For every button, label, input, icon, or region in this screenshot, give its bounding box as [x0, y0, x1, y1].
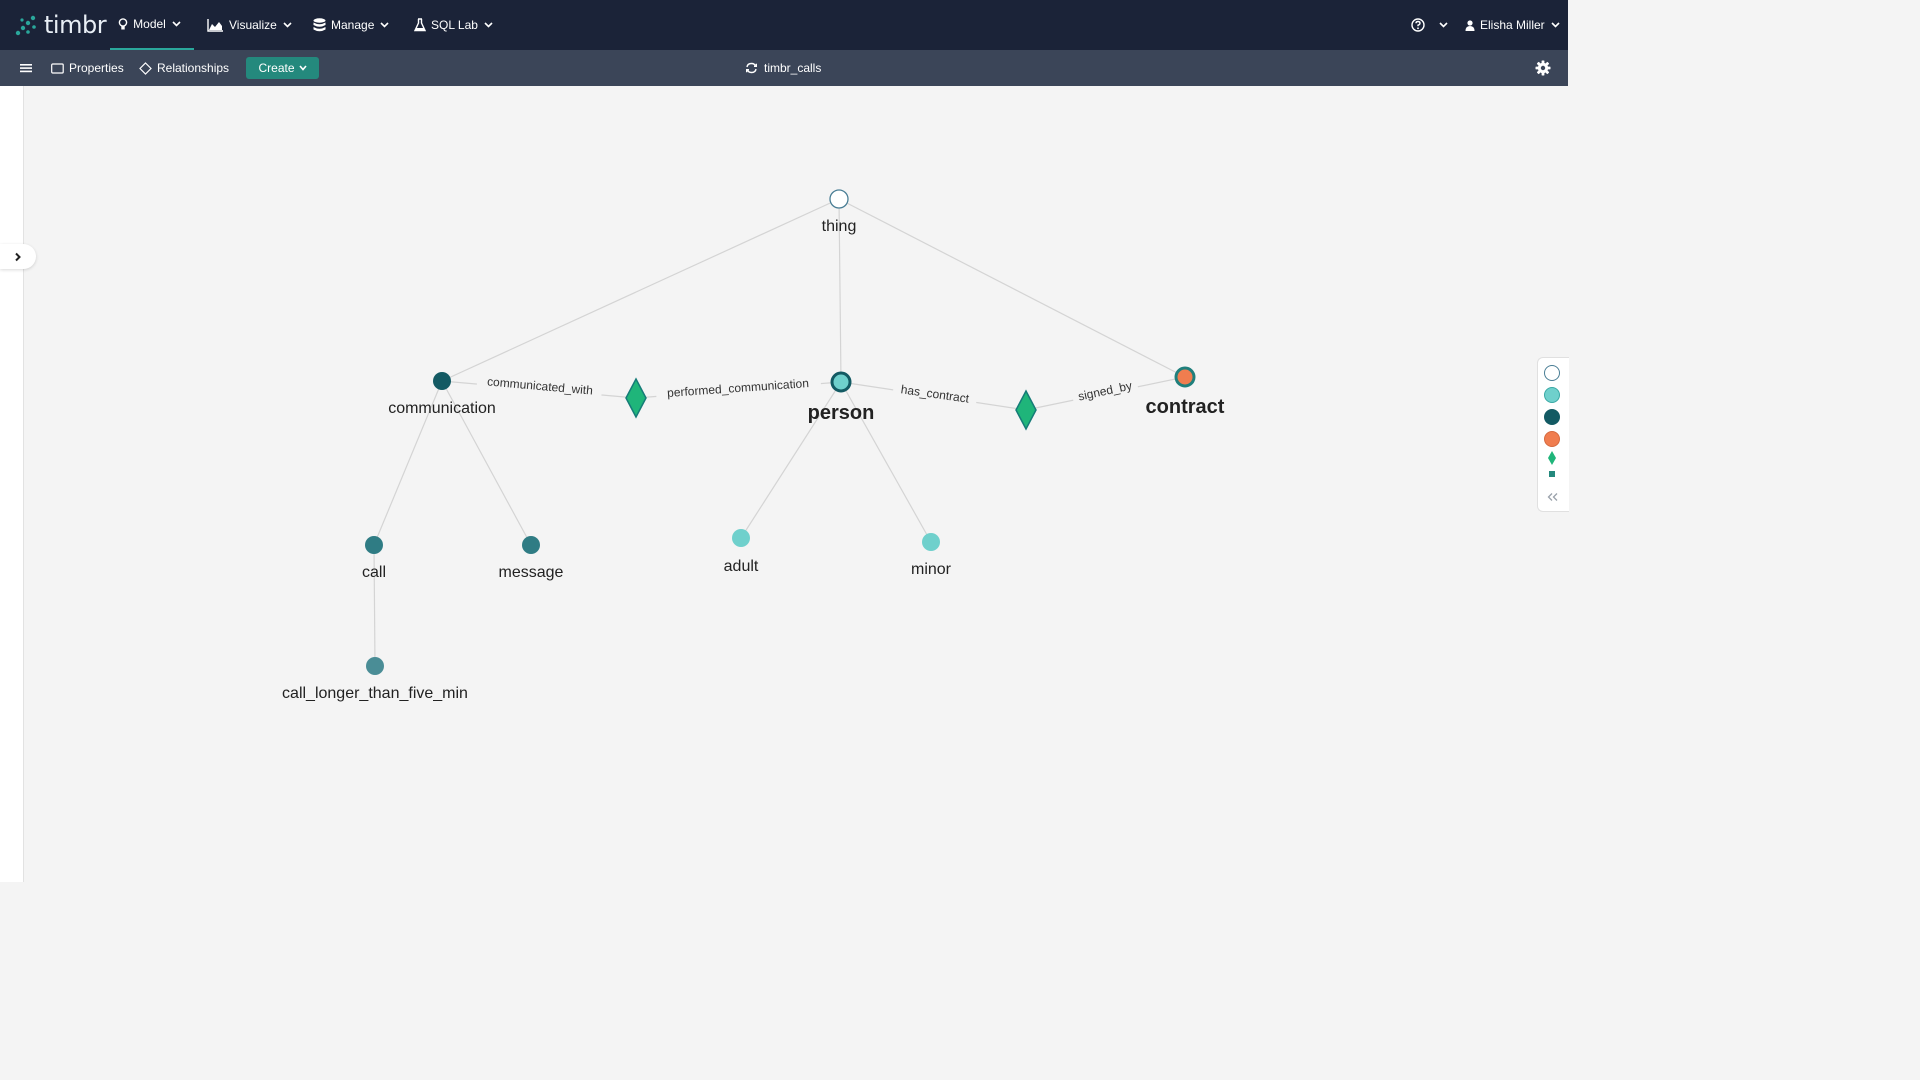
legend-root-node[interactable] — [1544, 365, 1560, 381]
edge-line — [838, 198, 1186, 378]
relationship-diamond[interactable] — [625, 377, 647, 419]
graph-edges — [373, 198, 1186, 667]
node-labels: thing communication person contract call… — [282, 218, 1225, 702]
node-label-adult: adult — [724, 558, 759, 575]
node-label-contract: contract — [1146, 396, 1225, 418]
node-person[interactable] — [830, 371, 852, 393]
node-label-call-longer-than-five-min: call_longer_than_five_min — [282, 685, 468, 702]
relationship-diamond[interactable] — [1015, 389, 1037, 431]
node-label-communication: communication — [388, 400, 496, 417]
node-call[interactable] — [365, 536, 383, 554]
legend-square[interactable] — [1549, 471, 1555, 477]
legend-light-node[interactable] — [1544, 387, 1560, 403]
ontology-graph[interactable]: communicated_with performed_communicatio… — [0, 0, 1568, 882]
node-label-person: person — [808, 402, 875, 424]
node-label-minor: minor — [911, 561, 952, 578]
graph-legend — [1537, 357, 1569, 512]
legend-orange-node[interactable] — [1544, 431, 1560, 447]
node-contract[interactable] — [1174, 366, 1196, 388]
node-minor[interactable] — [922, 533, 940, 551]
node-label-call: call — [362, 564, 386, 581]
node-label-message: message — [499, 564, 564, 581]
legend-relationship-diamond[interactable] — [1547, 450, 1557, 466]
node-call-longer-than-five-min[interactable] — [366, 657, 384, 675]
node-message[interactable] — [522, 536, 540, 554]
legend-dark-node[interactable] — [1544, 409, 1560, 425]
node-thing[interactable] — [829, 189, 849, 209]
node-adult[interactable] — [732, 529, 750, 547]
node-label-thing: thing — [822, 218, 857, 235]
collapse-legend-icon[interactable] — [1547, 492, 1559, 502]
edge-line — [441, 198, 840, 382]
node-communication[interactable] — [433, 372, 451, 390]
edge-labels: communicated_with performed_communicatio… — [476, 367, 1139, 406]
